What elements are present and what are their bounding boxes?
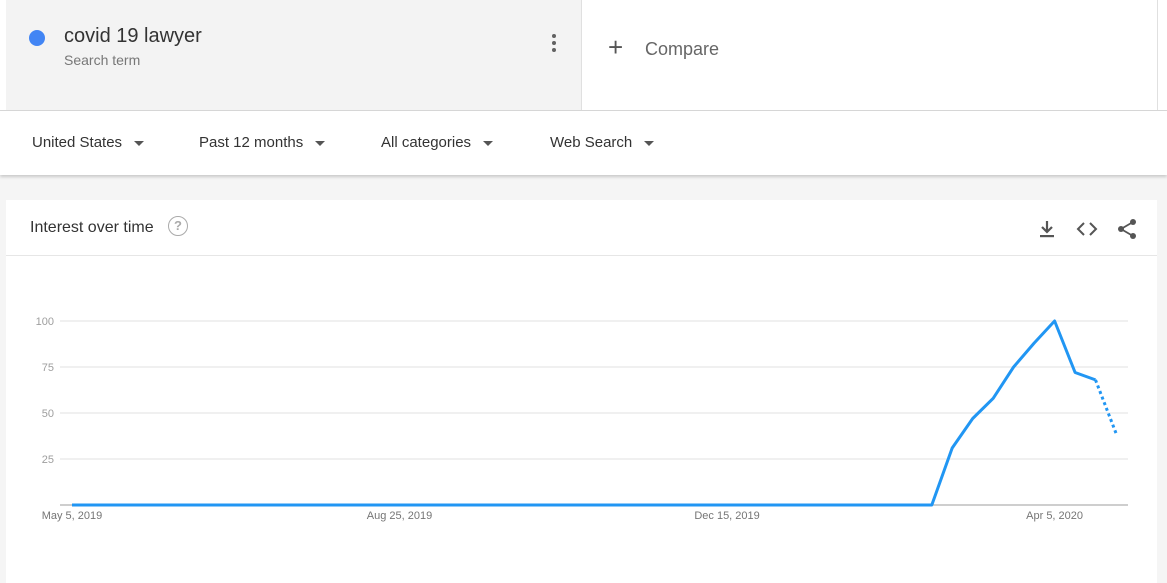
plus-icon: + — [608, 32, 624, 62]
filter-bar: United States Past 12 months All categor… — [0, 111, 1167, 175]
category-filter-label: All categories — [381, 134, 472, 151]
x-axis-ticks: May 5, 2019 Aug 25, 2019 Dec 15, 2019 Apr 5… — [42, 510, 1083, 522]
region-filter-label: United States — [32, 134, 123, 151]
y-tick-label: 50 — [42, 408, 54, 420]
series-line-partial — [1094, 379, 1118, 434]
compare-label: Compare — [645, 39, 720, 59]
chart-gridlines — [60, 320, 1128, 506]
category-filter[interactable]: All categories — [381, 134, 494, 151]
search-term-type: Search term — [64, 52, 141, 68]
time-filter-label: Past 12 months — [199, 134, 304, 151]
caret-down-icon — [315, 140, 326, 146]
search-terms-bar: covid 19 lawyer Search term + Compare — [0, 0, 1167, 111]
search-term-name[interactable]: covid 19 lawyer — [64, 25, 202, 48]
y-tick-label: 25 — [42, 454, 54, 466]
property-filter[interactable]: Web Search — [550, 134, 655, 151]
time-filter[interactable]: Past 12 months — [199, 134, 326, 151]
x-tick-label: Dec 15, 2019 — [694, 510, 759, 522]
x-tick-label: Aug 25, 2019 — [367, 510, 432, 522]
caret-down-icon — [134, 140, 145, 146]
x-tick-label: May 5, 2019 — [42, 510, 103, 522]
property-filter-label: Web Search — [550, 134, 633, 151]
search-term-card[interactable]: covid 19 lawyer Search term — [6, 0, 582, 110]
caret-down-icon — [644, 140, 655, 146]
term-color-dot — [29, 30, 45, 46]
interest-over-time-card: Interest over time ? 100 75 50 25 May 5, 20… — [6, 200, 1157, 583]
next-term-card-edge — [1157, 0, 1167, 110]
region-filter[interactable]: United States — [32, 134, 145, 151]
interest-chart: 100 75 50 25 May 5, 2019 Aug 25, 2019 Dec 15,… — [36, 316, 1128, 522]
y-tick-label: 75 — [42, 362, 54, 374]
y-axis-ticks: 100 75 50 25 — [36, 316, 54, 466]
more-vert-icon[interactable] — [546, 34, 562, 58]
y-tick-label: 100 — [36, 316, 54, 328]
x-tick-label: Apr 5, 2020 — [1026, 510, 1083, 522]
caret-down-icon — [483, 140, 494, 146]
